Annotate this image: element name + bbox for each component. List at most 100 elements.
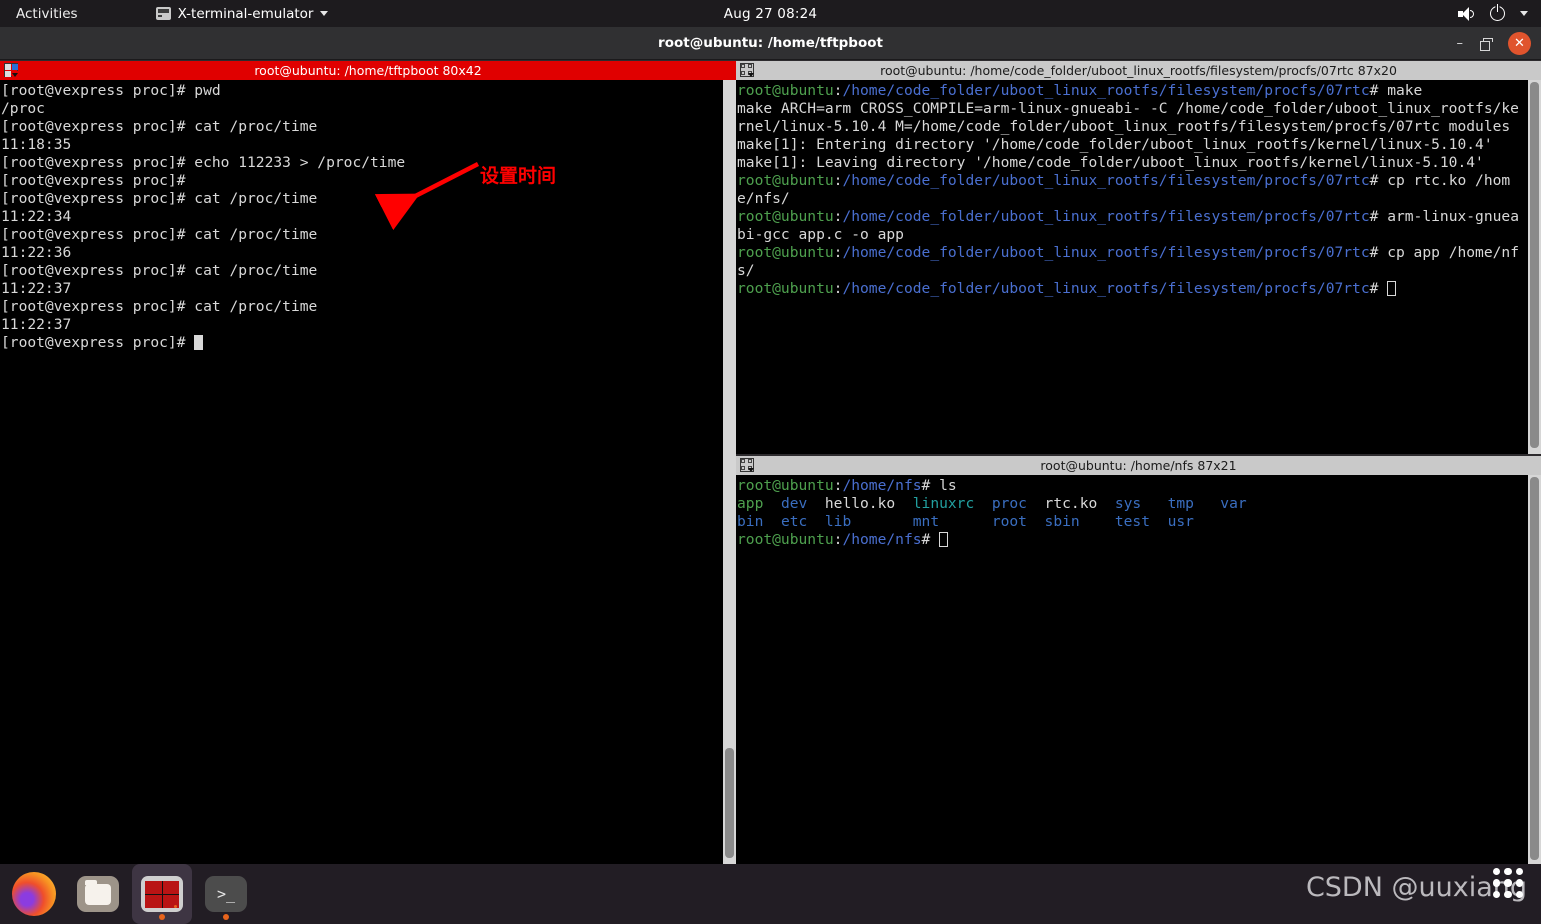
terminator-icon: [141, 876, 183, 912]
terminal-text: root@ubuntu: [737, 208, 834, 225]
ls-entry: hello.ko: [824, 495, 913, 512]
dock-item-terminal[interactable]: >_: [196, 864, 256, 924]
terminal-text: 11:22:34: [1, 208, 72, 225]
ls-entry: dev: [780, 495, 825, 512]
terminal-text: make[1]: Leaving directory '/home/code_f…: [737, 154, 1484, 171]
terminal-text: root@ubuntu: [737, 477, 834, 494]
terminal-text: [root@vexpress proc]#: [1, 172, 186, 189]
terminal-text: [root@vexpress proc]# cat /proc/time: [1, 226, 318, 243]
scrollbar-thumb[interactable]: [1530, 477, 1539, 860]
terminal-line: [root@vexpress proc]# echo 112233 > /pro…: [1, 154, 736, 172]
terminal-text: /home/code_folder/uboot_linux_rootfs/fil…: [842, 82, 1370, 99]
close-button[interactable]: ✕: [1508, 32, 1531, 55]
terminal-cursor: [939, 532, 949, 547]
firefox-icon: [12, 872, 56, 916]
terminal-line: 11:18:35: [1, 136, 736, 154]
terminal-text: # ls: [921, 477, 957, 494]
ls-entry: app: [737, 495, 781, 512]
ls-entry: rtc.ko: [1044, 495, 1115, 512]
scrollbar-right-bottom[interactable]: [1528, 475, 1541, 864]
terminal-text: 11:18:35: [1, 136, 72, 153]
terminal-line: 11:22:36: [1, 244, 736, 262]
window-title: root@ubuntu: /home/tftpboot: [658, 35, 883, 51]
ls-entry: root: [991, 513, 1045, 530]
terminal-text: #: [921, 531, 940, 548]
ls-entry: test: [1114, 513, 1168, 530]
terminal-text: /home/code_folder/uboot_linux_rootfs/fil…: [842, 244, 1370, 261]
terminal-pane-left[interactable]: root@ubuntu: /home/tftpboot 80x42 [root@…: [0, 61, 736, 864]
terminal-text: /home/code_folder/uboot_linux_rootfs/fil…: [842, 172, 1370, 189]
terminal-line: root@ubuntu:/home/nfs#: [737, 531, 1527, 549]
terminal-text: # make: [1369, 82, 1423, 99]
terminal-text: make ARCH=arm CROSS_COMPILE=arm-linux-gn…: [737, 100, 1519, 135]
restore-icon[interactable]: [1480, 38, 1493, 51]
terminal-text: root@ubuntu: [737, 82, 834, 99]
terminal-line: root@ubuntu:/home/code_folder/uboot_linu…: [737, 280, 1527, 298]
chevron-down-icon[interactable]: [1520, 11, 1528, 16]
terminal-output-right-bottom[interactable]: root@ubuntu:/home/nfs# ls app dev hello.k…: [736, 475, 1541, 864]
terminal-text: /home/nfs: [842, 477, 922, 494]
terminal-text: [root@vexpress proc]# echo 112233 > /pro…: [1, 154, 406, 171]
minimize-button[interactable]: –: [1457, 37, 1464, 50]
terminal-output-left[interactable]: [root@vexpress proc]# pwd/proc [root@vexp…: [0, 80, 736, 864]
pane-titlebar-left[interactable]: root@ubuntu: /home/tftpboot 80x42: [0, 61, 736, 80]
terminal-line: [root@vexpress proc]# cat /proc/time: [1, 118, 736, 136]
terminal-text: /home/code_folder/uboot_linux_rootfs/fil…: [842, 208, 1370, 225]
terminal-pane-right-top[interactable]: root@ubuntu: /home/code_folder/uboot_lin…: [736, 61, 1541, 454]
terminal-text: /home/code_folder/uboot_linux_rootfs/fil…: [842, 280, 1370, 297]
pane-title-right-top: root@ubuntu: /home/code_folder/uboot_lin…: [880, 63, 1397, 78]
window-titlebar: root@ubuntu: /home/tftpboot – ✕: [0, 27, 1541, 60]
terminal-text: 11:22:36: [1, 244, 72, 261]
terminal-cursor: [1387, 281, 1397, 296]
power-icon[interactable]: [1490, 4, 1505, 21]
dock-item-firefox[interactable]: [4, 864, 64, 924]
terminal-text: [root@vexpress proc]# cat /proc/time: [1, 190, 318, 207]
ls-entry: mnt: [912, 513, 992, 530]
terminal-line: make[1]: Leaving directory '/home/code_f…: [737, 154, 1527, 172]
terminal-line: [root@vexpress proc]# cat /proc/time: [1, 298, 736, 316]
scrollbar-thumb[interactable]: [1530, 82, 1539, 448]
terminal-line: root@ubuntu:/home/nfs# ls: [737, 477, 1527, 495]
ls-entry: etc: [780, 513, 825, 530]
ls-entry: bin: [737, 513, 781, 530]
terminal-line: [root@vexpress proc]#: [1, 334, 736, 352]
scrollbar-left[interactable]: [723, 80, 736, 864]
terminal-text: [root@vexpress proc]# pwd: [1, 82, 221, 99]
terminal-output-right-top[interactable]: root@ubuntu:/home/code_folder/uboot_linu…: [736, 80, 1541, 454]
terminal-line: root@ubuntu:/home/code_folder/uboot_linu…: [737, 82, 1527, 100]
terminal-text: [root@vexpress proc]# cat /proc/time: [1, 262, 318, 279]
terminal-text: /proc: [1, 100, 45, 117]
files-icon: [77, 876, 119, 912]
dock-item-files[interactable]: [68, 864, 128, 924]
terminal-icon: >_: [205, 876, 247, 912]
scrollbar-right-top[interactable]: [1528, 80, 1541, 454]
pane-titlebar-right-bottom[interactable]: root@ubuntu: /home/nfs 87x21: [736, 456, 1541, 475]
terminator-window: root@ubuntu: /home/tftpboot – ✕ root@ubu…: [0, 27, 1541, 864]
terminal-line: bin etc lib mnt root sbin test usr: [737, 513, 1527, 531]
terminal-text: #: [1369, 280, 1388, 297]
show-applications-icon[interactable]: [1493, 868, 1523, 898]
terminal-text: [root@vexpress proc]# cat /proc/time: [1, 118, 318, 135]
ls-entry: linuxrc: [912, 495, 992, 512]
terminal-text: root@ubuntu: [737, 531, 834, 548]
terminal-text: root@ubuntu: [737, 172, 834, 189]
terminal-right-column: root@ubuntu: /home/code_folder/uboot_lin…: [736, 61, 1541, 864]
terminal-text: /home/nfs: [842, 531, 922, 548]
terminal-text: root@ubuntu: [737, 280, 834, 297]
volume-icon[interactable]: [1458, 6, 1475, 21]
pane-titlebar-right-top[interactable]: root@ubuntu: /home/code_folder/uboot_lin…: [736, 61, 1541, 80]
dock-item-terminator[interactable]: [132, 864, 192, 924]
ls-entry: usr: [1167, 513, 1221, 530]
terminal-line: root@ubuntu:/home/code_folder/uboot_linu…: [737, 208, 1527, 244]
terminal-pane-right-bottom[interactable]: root@ubuntu: /home/nfs 87x21 root@ubuntu…: [736, 454, 1541, 864]
clock[interactable]: Aug 27 08:24: [0, 6, 1541, 22]
terminal-line: [root@vexpress proc]#: [1, 172, 736, 190]
scrollbar-thumb[interactable]: [725, 748, 734, 858]
terminal-line: 11:22:37: [1, 280, 736, 298]
terminal-line: 11:22:37: [1, 316, 736, 334]
terminal-text: 11:22:37: [1, 280, 72, 297]
terminal-line: [root@vexpress proc]# cat /proc/time: [1, 262, 736, 280]
running-indicator: [159, 914, 165, 920]
window-controls: – ✕: [1457, 27, 1531, 60]
system-tray[interactable]: [1458, 4, 1528, 21]
